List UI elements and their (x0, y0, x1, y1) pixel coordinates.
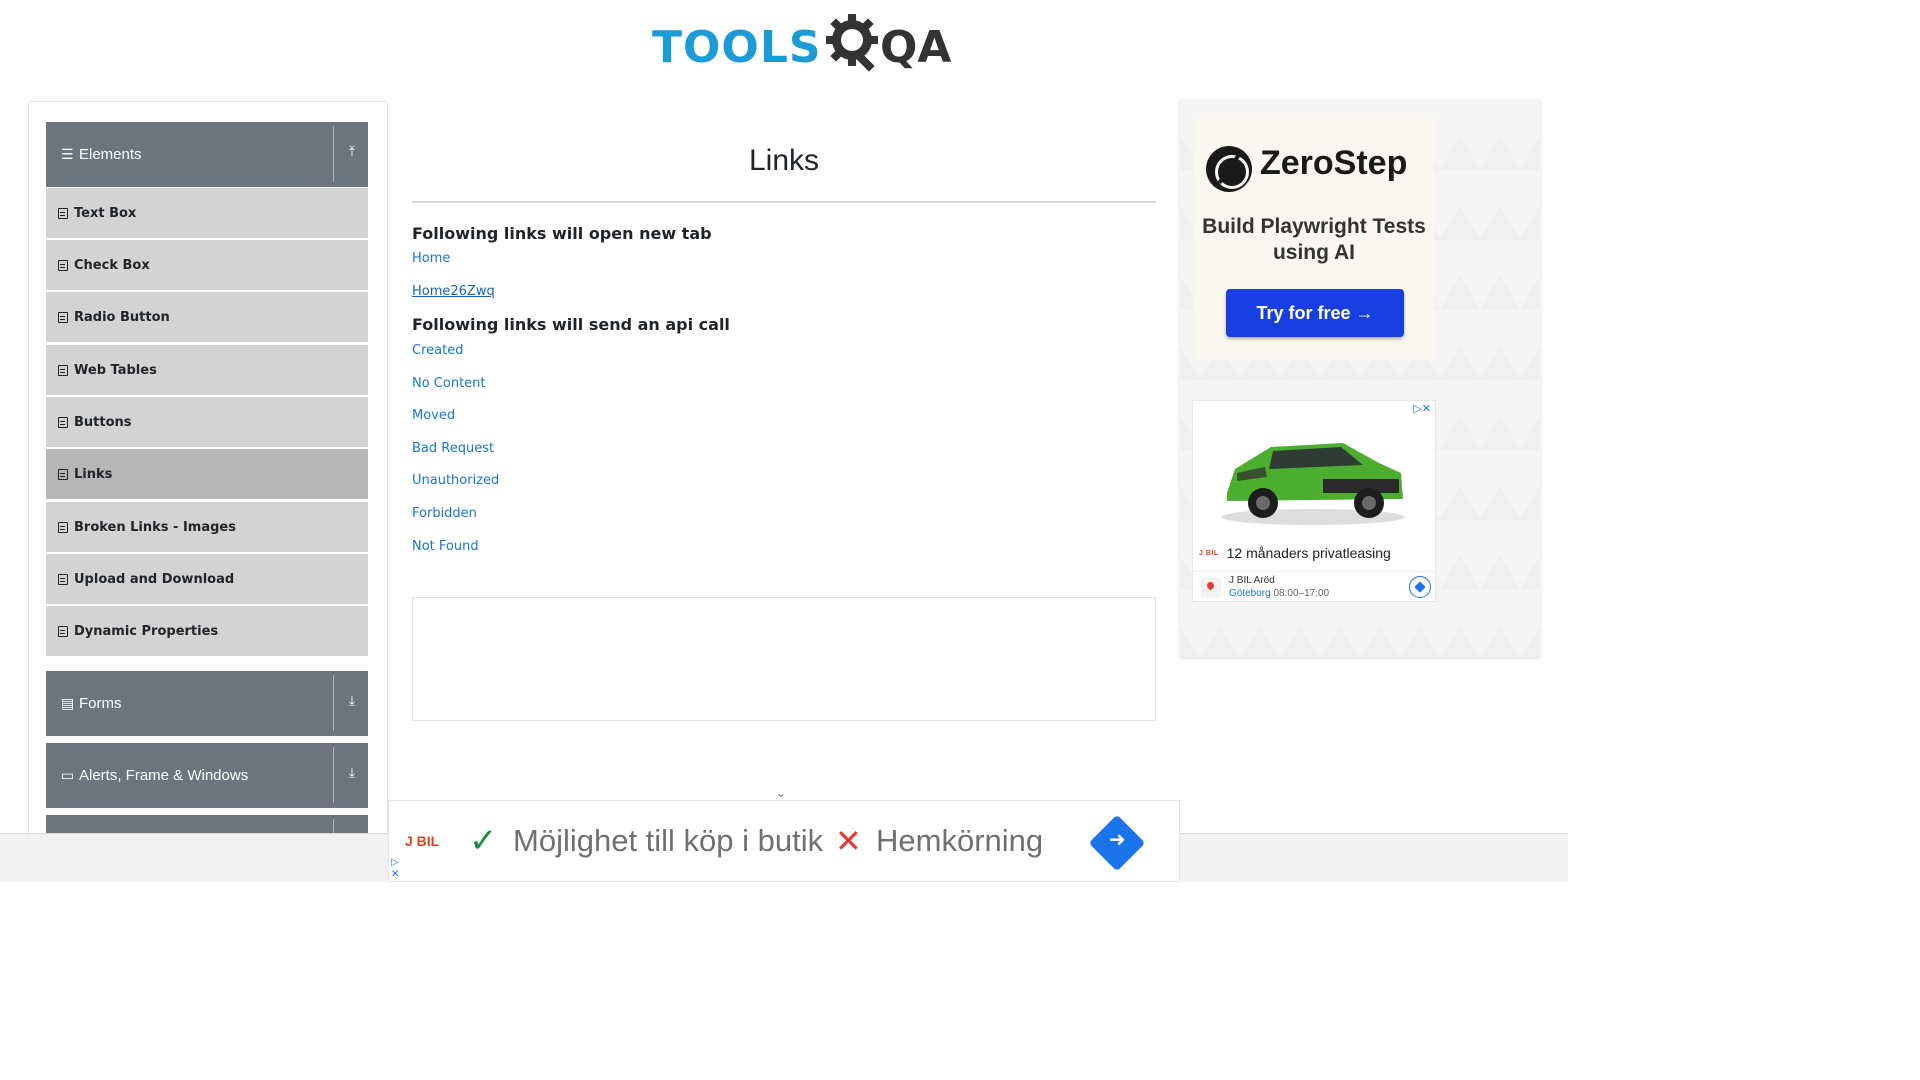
jbil-logo: J BIL (1199, 549, 1219, 557)
jbil-logo: J BIL (405, 833, 440, 849)
menu-label: Radio Button (74, 309, 170, 325)
form-icon: ▤ (61, 695, 75, 712)
html5-icon (58, 573, 68, 585)
checkmark-icon: ✓ (469, 821, 498, 861)
ad-choices-close-icon[interactable]: ▷✕ (1413, 402, 1431, 415)
right-advertisement[interactable]: ZeroStep Build Playwright Tests using AI… (1180, 100, 1540, 657)
section-heading-api-call: Following links will send an api call (412, 315, 730, 334)
car-ad-title: 12 månaders privatleasing (1226, 545, 1391, 561)
bad-request-link[interactable]: Bad Request (412, 441, 494, 456)
menu-label: Upload and Download (74, 571, 235, 587)
expand-down-icon[interactable]: ⤓ (342, 693, 362, 713)
zerostep-ad[interactable]: ZeroStep Build Playwright Tests using AI… (1194, 114, 1434, 360)
bottom-banner-ad[interactable]: J BIL ✓ Möjlighet till köp i butik ✕ Hem… (388, 800, 1180, 882)
group-alerts-frames-windows[interactable]: ▭ Alerts, Frame & Windows ⤓ (46, 743, 368, 808)
logo-accent: QA (880, 22, 952, 73)
zerostep-logo-icon (1206, 146, 1252, 192)
menu-item-buttons[interactable]: Buttons (46, 397, 368, 447)
html5-icon (58, 311, 68, 323)
unauthorized-link[interactable]: Unauthorized (412, 473, 499, 488)
menu-label: Web Tables (74, 362, 157, 378)
chevron-down-icon[interactable]: ⌄ (776, 786, 786, 800)
menu-item-dynamic-properties[interactable]: Dynamic Properties (46, 606, 368, 656)
group-forms[interactable]: ▤ Forms ⤓ (46, 671, 368, 736)
logo-text: TOOLS (652, 22, 822, 73)
menu-label: Links (74, 466, 113, 482)
home-link[interactable]: Home (412, 251, 450, 266)
no-content-link[interactable]: No Content (412, 376, 486, 391)
feature-no: Hemkörning (876, 823, 1044, 858)
ad-choices-close-icon[interactable]: ▷✕ (391, 857, 399, 881)
section-heading-new-tab: Following links will open new tab (412, 224, 712, 243)
menu-item-upload-download[interactable]: Upload and Download (46, 554, 368, 604)
html5-icon (58, 207, 68, 219)
html5-icon (58, 364, 68, 376)
group-elements[interactable]: ☰ Elements ⤒ (46, 122, 368, 187)
feature-yes: Möjlighet till köp i butik (513, 823, 824, 858)
map-pin-icon (1201, 578, 1221, 598)
menu-item-check-box[interactable]: Check Box (46, 240, 368, 290)
toolsqa-logo[interactable]: TOOLS QA (652, 10, 951, 76)
forbidden-link[interactable]: Forbidden (412, 506, 477, 521)
group-label: Forms (79, 695, 122, 712)
dynamic-home-link[interactable]: Home26Zwq (412, 284, 495, 299)
html5-icon (58, 468, 68, 480)
collapse-up-icon[interactable]: ⤒ (342, 144, 362, 164)
dealer-city-hours: Göteborg 08:00–17:00 (1229, 588, 1329, 599)
not-found-link[interactable]: Not Found (412, 539, 479, 554)
divider (333, 675, 334, 731)
left-panel: ☰ Elements ⤒ Text Box Check Box Radio Bu… (28, 101, 388, 841)
html5-icon (58, 416, 68, 428)
directions-icon[interactable] (1409, 576, 1431, 598)
menu-label: Buttons (74, 414, 132, 430)
expand-down-icon[interactable]: ⤓ (342, 765, 362, 785)
header: TOOLS QA (0, 0, 1568, 90)
moved-link[interactable]: Moved (412, 408, 455, 423)
dealer-location[interactable]: J BIL Aröd Göteborg 08:00–17:00 (1193, 571, 1437, 603)
directions-icon[interactable] (1088, 814, 1146, 872)
menu-item-broken-links[interactable]: Broken Links - Images (46, 502, 368, 552)
dealer-city: Göteborg (1229, 588, 1271, 599)
page-title: Links (748, 144, 820, 177)
zerostep-brand: ZeroStep (1260, 144, 1408, 182)
cross-icon: ✕ (835, 822, 862, 860)
dealer-name: J BIL Aröd (1229, 575, 1275, 586)
car-ad-card[interactable]: ▷✕ J BIL 12 månaders privatleasing J BIL… (1192, 400, 1437, 603)
divider (333, 126, 334, 182)
html5-icon (58, 521, 68, 533)
html5-icon (58, 625, 68, 637)
try-for-free-button[interactable]: Try for free → (1226, 289, 1404, 337)
hamburger-icon: ☰ (61, 146, 74, 163)
menu-item-links[interactable]: Links (46, 449, 368, 499)
menu-label: Dynamic Properties (74, 623, 219, 639)
divider (333, 747, 334, 803)
zerostep-tagline: Build Playwright Tests using AI (1202, 215, 1426, 264)
menu-item-radio-button[interactable]: Radio Button (46, 292, 368, 342)
html5-icon (58, 259, 68, 271)
group-label: Elements (79, 146, 142, 163)
dealer-hours: 08:00–17:00 (1273, 588, 1330, 599)
created-link[interactable]: Created (412, 343, 463, 358)
window-icon: ▭ (61, 767, 75, 784)
title-divider (412, 201, 1156, 203)
green-car-image (1221, 443, 1405, 525)
menu-label: Check Box (74, 257, 150, 273)
group-label: Alerts, Frame & Windows (79, 767, 249, 784)
menu-label: Broken Links - Images (74, 519, 236, 535)
car-ad-title-row: J BIL 12 månaders privatleasing (1199, 545, 1391, 561)
menu-item-text-box[interactable]: Text Box (46, 188, 368, 238)
menu-label: Text Box (74, 205, 137, 221)
link-response-box (412, 597, 1156, 721)
menu-item-web-tables[interactable]: Web Tables (46, 345, 368, 395)
